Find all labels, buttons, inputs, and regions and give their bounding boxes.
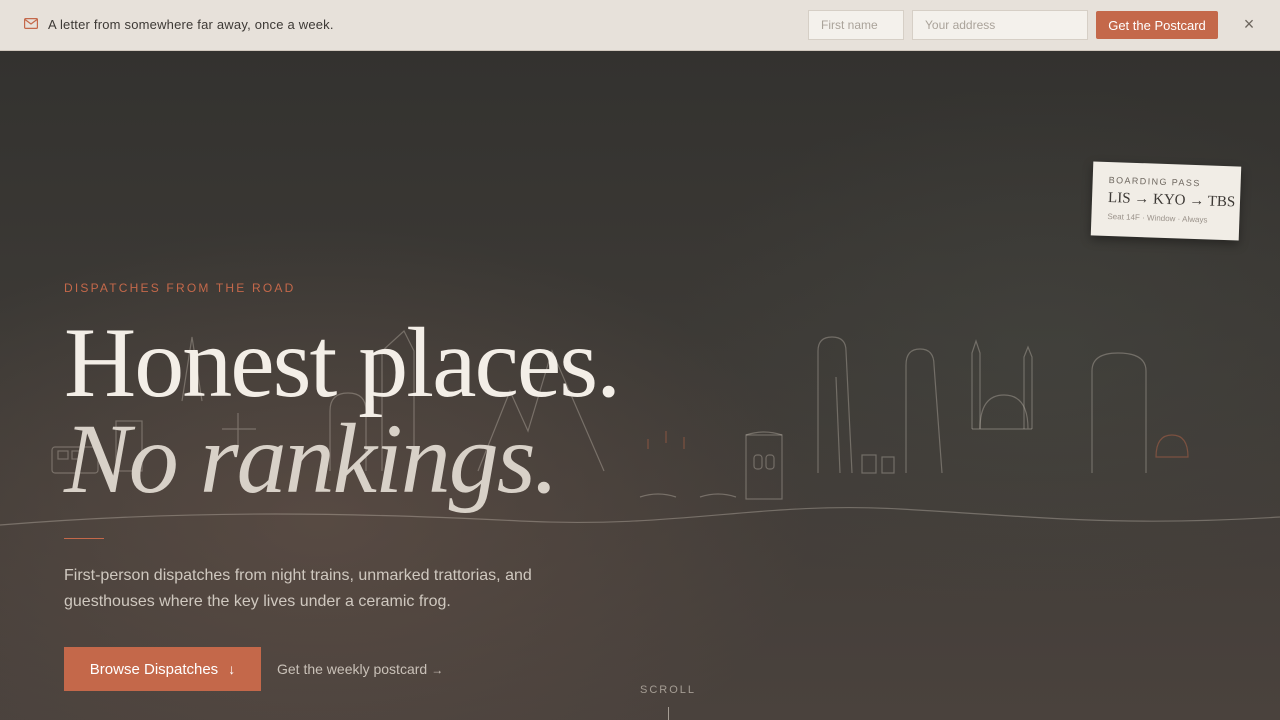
banner-message: A letter from somewhere far away, once a… <box>48 17 334 32</box>
weekly-postcard-link[interactable]: Get the weekly postcard → <box>277 661 443 677</box>
accent-divider <box>64 538 104 539</box>
hero-section: DISPATCHES FROM THE ROAD Honest places. … <box>0 51 1280 720</box>
arrow-down-icon: ↓ <box>228 661 236 677</box>
mail-icon <box>24 18 38 29</box>
hero-eyebrow: DISPATCHES FROM THE ROAD <box>64 281 296 295</box>
hero-lede: First-person dispatches from night train… <box>64 567 532 610</box>
get-postcard-button[interactable]: Get the Postcard <box>1096 11 1218 39</box>
headline-line-2: No rankings. <box>64 403 559 514</box>
headline-line-1: Honest places. <box>64 307 621 418</box>
first-name-input[interactable] <box>808 10 904 40</box>
arrow-right-icon: → <box>431 663 444 677</box>
boarding-pass-card: BOARDING PASS LIS → KYO → TBS Seat 14F ·… <box>1090 161 1242 241</box>
browse-label: Browse Dispatches <box>89 660 219 678</box>
newsletter-banner: A letter from somewhere far away, once a… <box>0 0 1280 51</box>
boarding-pass-label: BOARDING PASS <box>1108 174 1201 189</box>
weekly-link-label: Get the weekly postcard <box>277 661 428 677</box>
address-input[interactable] <box>912 10 1088 40</box>
scroll-indicator-line <box>668 707 669 720</box>
close-icon[interactable]: × <box>1240 15 1258 33</box>
scroll-indicator-label[interactable]: SCROLL <box>640 684 696 696</box>
boarding-pass-seat: Seat 14F · Window · Always <box>1107 211 1208 225</box>
boarding-pass-route: LIS → KYO → TBS <box>1107 189 1236 211</box>
browse-dispatches-button[interactable]: Browse Dispatches ↓ <box>64 647 261 691</box>
